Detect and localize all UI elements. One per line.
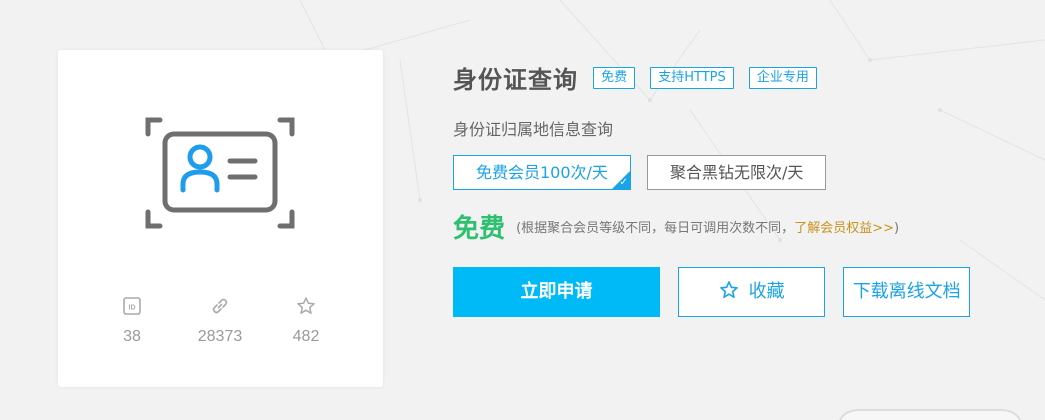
price-value: 免费 (453, 214, 506, 244)
plan-selector: 免费会员100次/天 ✓ 聚合黑钻无限次/天 (453, 155, 837, 190)
api-card: ID 38 28373 482 (58, 50, 383, 387)
stat-id-value: 38 (123, 328, 141, 345)
api-description: 身份证归属地信息查询 (453, 120, 614, 139)
plan-option-free-member[interactable]: 免费会员100次/天 ✓ (453, 155, 631, 190)
tag-https: 支持HTTPS (650, 66, 734, 89)
stat-favorites-value: 482 (292, 328, 320, 345)
page-title: 身份证查询 (453, 66, 578, 94)
member-benefits-link[interactable]: 了解会员权益>> (794, 221, 894, 236)
stat-calls-value: 28373 (197, 328, 243, 345)
check-icon: ✓ (619, 177, 628, 188)
price-note-prefix: (根据聚合会员等级不同，每日可调用次数不同， (516, 221, 795, 236)
favorite-button[interactable]: 收藏 (678, 267, 826, 317)
tag-enterprise: 企业专用 (748, 66, 817, 89)
apply-now-button[interactable]: 立即申请 (453, 267, 660, 317)
price-row: 免费 (根据聚合会员等级不同，每日可调用次数不同，了解会员权益>>) (453, 208, 899, 244)
price-note-suffix: ) (893, 221, 900, 236)
star-outline-icon (719, 281, 738, 298)
stat-calls: 28373 (180, 296, 260, 346)
id-card-icon (140, 112, 300, 238)
star-icon (297, 297, 315, 314)
stat-id: ID 38 (92, 296, 172, 346)
svg-text:ID: ID (129, 305, 136, 312)
tag-free: 免费 (593, 66, 636, 89)
link-icon (212, 298, 228, 314)
download-offline-doc-button[interactable]: 下载离线文档 (843, 267, 971, 317)
id-badge-icon: ID (123, 297, 141, 315)
action-buttons: 立即申请 收藏 下载离线文档 (453, 267, 971, 317)
api-title-row: 身份证查询 免费 支持HTTPS 企业专用 (453, 60, 817, 94)
plan-option-black-diamond[interactable]: 聚合黑钻无限次/天 (647, 155, 827, 190)
plan-option-label: 免费会员100次/天 (476, 163, 608, 182)
stat-favorites: 482 (266, 296, 346, 346)
favorite-label: 收藏 (748, 281, 785, 302)
plan-option-label: 聚合黑钻无限次/天 (670, 163, 804, 182)
price-note: (根据聚合会员等级不同，每日可调用次数不同，了解会员权益>>) (516, 217, 899, 236)
